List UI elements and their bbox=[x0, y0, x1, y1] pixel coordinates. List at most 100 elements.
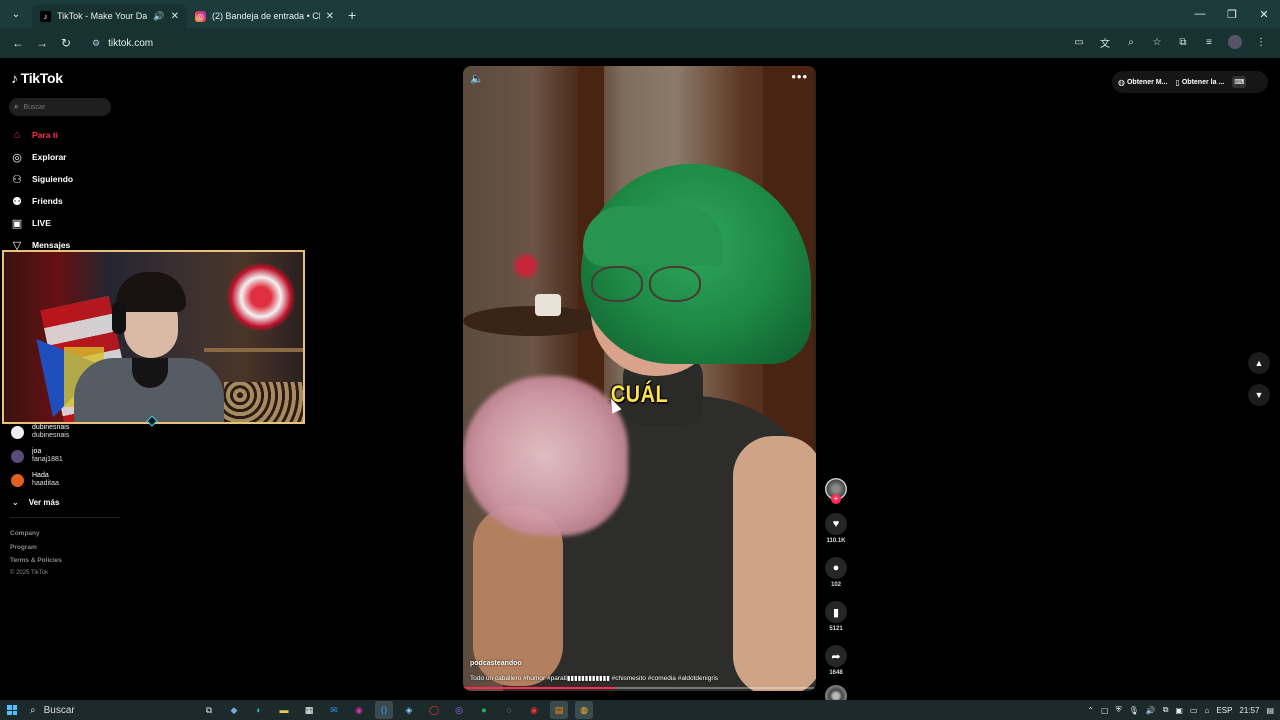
bookmark-icon[interactable]: ▮ bbox=[825, 601, 847, 623]
language-indicator[interactable]: ESP bbox=[1216, 706, 1232, 715]
share-count: 1648 bbox=[829, 670, 843, 676]
like-count: 110.1K bbox=[826, 538, 846, 544]
site-info-icon[interactable]: ⚙ bbox=[92, 38, 100, 49]
task-view-icon[interactable]: ⧉ bbox=[200, 701, 218, 719]
creator-avatar[interactable]: + bbox=[825, 478, 847, 504]
tiktok-logo[interactable]: ♪ TikTok bbox=[11, 70, 63, 86]
back-icon[interactable]: ← bbox=[6, 31, 30, 55]
home-icon: ⌂ bbox=[13, 129, 21, 141]
taskbar-search[interactable]: ⌕ Buscar bbox=[30, 705, 190, 716]
browser-tab-strip: ⌄ ♪ TikTok - Make Your Day 🔊 ✕ ◎ (2) Ban… bbox=[0, 0, 1280, 28]
system-tray: ⌃ ▢ ⛨ 🎙 🔊 ⧉ ▣ ▭ ⌂ ESP 21:57 ▤ bbox=[1087, 700, 1274, 720]
get-coins-chip[interactable]: ◍ Obtener M... bbox=[1118, 78, 1167, 87]
outlook-icon[interactable]: ✉ bbox=[325, 701, 343, 719]
restore-icon[interactable]: ❐ bbox=[1216, 0, 1248, 28]
friends-icon: ⚉ bbox=[12, 195, 22, 208]
forward-icon[interactable]: → bbox=[30, 31, 54, 55]
minimize-icon[interactable]: — bbox=[1184, 0, 1216, 28]
battery-icon[interactable]: ▭ bbox=[1190, 706, 1198, 715]
see-more-button[interactable]: ⌄ Ver más bbox=[12, 492, 69, 512]
profile-avatar[interactable] bbox=[1224, 31, 1246, 53]
sublime-icon[interactable]: ▤ bbox=[550, 701, 568, 719]
video-progress-bar[interactable] bbox=[463, 687, 816, 689]
tab-search-icon[interactable]: ⌄ bbox=[6, 4, 26, 24]
clock[interactable]: 21:57 bbox=[1239, 706, 1259, 715]
sidebar-item-friends[interactable]: ⚉ Friends bbox=[11, 190, 73, 212]
url-field[interactable]: ⚙ tiktok.com bbox=[84, 32, 1064, 54]
sidebar-item-label: LIVE bbox=[32, 218, 51, 228]
footer-link-program[interactable]: Program bbox=[10, 541, 62, 555]
file-explorer-icon[interactable]: ▬ bbox=[275, 701, 293, 719]
spotify-icon[interactable]: ● bbox=[475, 701, 493, 719]
hashtags[interactable]: #humor #parati▮▮▮▮▮▮▮▮▮▮▮▮ #chismesito #… bbox=[523, 675, 718, 682]
tray-app-icon[interactable]: ▢ bbox=[1101, 706, 1109, 715]
menu-icon[interactable]: ⋮ bbox=[1250, 31, 1272, 53]
app-icon[interactable]: ◉ bbox=[350, 701, 368, 719]
vscode-icon[interactable]: ⟨⟩ bbox=[375, 701, 393, 719]
tray-app-icon[interactable]: ⛨ bbox=[1116, 705, 1122, 715]
notifications-icon[interactable]: ▤ bbox=[1266, 706, 1274, 715]
record-icon[interactable]: ◉ bbox=[525, 701, 543, 719]
tab-tiktok[interactable]: ♪ TikTok - Make Your Day 🔊 ✕ bbox=[32, 4, 187, 28]
reload-icon[interactable]: ↻ bbox=[54, 31, 78, 55]
comment-count: 102 bbox=[830, 582, 841, 588]
edge-icon[interactable]: ◐ bbox=[250, 701, 268, 719]
tab-media-icon[interactable]: ≡ bbox=[1198, 31, 1220, 53]
phone-icon: ▯ bbox=[1175, 77, 1180, 87]
tray-app-icon[interactable]: ▣ bbox=[1175, 706, 1183, 715]
translate-icon[interactable]: 文 bbox=[1094, 31, 1116, 53]
cast-icon[interactable]: ▭ bbox=[1068, 31, 1090, 53]
previous-video-button[interactable]: ▲ bbox=[1248, 352, 1270, 374]
opera-icon[interactable]: ◯ bbox=[425, 701, 443, 719]
tab-instagram[interactable]: ◎ (2) Bandeja de entrada • Chats ✕ bbox=[187, 4, 342, 28]
like-heart-icon[interactable]: ♥ bbox=[825, 513, 847, 535]
video-author[interactable]: podcasteandoo bbox=[470, 660, 522, 667]
start-button[interactable] bbox=[2, 700, 22, 720]
network-icon[interactable]: ⌂ bbox=[1205, 706, 1210, 715]
obs-icon[interactable]: ◌ bbox=[500, 701, 518, 719]
account-names: dubinesnais dubinesnais bbox=[32, 424, 69, 440]
extensions-icon[interactable]: ⧉ bbox=[1172, 31, 1194, 53]
comment-icon[interactable]: ● bbox=[825, 557, 847, 579]
gamepad-icon[interactable]: ⌨ bbox=[1232, 76, 1247, 88]
follow-plus-icon[interactable]: + bbox=[831, 494, 841, 504]
sidebar-item-explorar[interactable]: ◎ Explorar bbox=[11, 146, 73, 168]
discord-like-icon[interactable]: ◈ bbox=[400, 701, 418, 719]
more-options-icon[interactable]: ••• bbox=[791, 69, 808, 84]
store-icon[interactable]: ▦ bbox=[300, 701, 318, 719]
microphone-icon[interactable]: 🎙 bbox=[1129, 706, 1139, 715]
tray-expand-icon[interactable]: ⌃ bbox=[1087, 706, 1094, 715]
close-tab-icon[interactable]: ✕ bbox=[326, 11, 334, 22]
new-tab-button[interactable]: + bbox=[348, 7, 356, 23]
sidebar-item-siguiendo[interactable]: ⚇ Siguiendo bbox=[11, 168, 73, 190]
copilot-icon[interactable]: ◆ bbox=[225, 701, 243, 719]
close-tab-icon[interactable]: ✕ bbox=[171, 11, 179, 22]
account-name: dubinesnais bbox=[32, 424, 70, 431]
windows-taskbar: ⌕ Buscar ⧉ ◆ ◐ ▬ ▦ ✉ ◉ ⟨⟩ ◈ ◯ ◎ ● ◌ ◉ ▤ … bbox=[0, 700, 1280, 720]
zoom-icon[interactable]: ⌕ bbox=[1120, 31, 1142, 53]
sidebar-item-label: Friends bbox=[32, 196, 63, 206]
sidebar-item-live[interactable]: ▣ LIVE bbox=[11, 212, 73, 234]
video-player[interactable]: CUÁL 🔈 ••• podcasteandoo Todo un caballe… bbox=[463, 66, 816, 691]
leopard-blanket bbox=[224, 382, 303, 422]
account-item[interactable]: Hada haaditaa bbox=[11, 468, 69, 492]
messenger-icon[interactable]: ◎ bbox=[450, 701, 468, 719]
close-window-icon[interactable]: ✕ bbox=[1248, 0, 1280, 28]
windows-logo-icon bbox=[7, 705, 17, 715]
speaker-icon[interactable]: 🔊 bbox=[153, 11, 164, 22]
sidebar-item-para-ti[interactable]: ⌂ Para ti bbox=[11, 124, 73, 146]
share-icon[interactable]: ➦ bbox=[825, 645, 847, 667]
address-bar: ← → ↻ ⚙ tiktok.com ▭ 文 ⌕ ☆ ⧉ ≡ ⋮ bbox=[0, 28, 1280, 58]
volume-icon[interactable]: 🔈 bbox=[470, 72, 484, 85]
search-input[interactable]: ⌕ Buscar bbox=[9, 98, 111, 116]
next-video-button[interactable]: ▼ bbox=[1248, 384, 1270, 406]
copyright-text: © 2025 TikTok bbox=[10, 569, 49, 576]
tray-app-icon[interactable]: ⧉ bbox=[1163, 705, 1169, 715]
get-app-chip[interactable]: ▯ Obtener la ... bbox=[1175, 78, 1224, 87]
chrome-icon[interactable]: ◍ bbox=[575, 701, 593, 719]
footer-link-terms[interactable]: Terms & Policies bbox=[10, 554, 62, 568]
footer-link-company[interactable]: Company bbox=[10, 527, 62, 541]
bookmark-star-icon[interactable]: ☆ bbox=[1146, 31, 1168, 53]
volume-icon[interactable]: 🔊 bbox=[1146, 706, 1156, 715]
account-item[interactable]: joa fanaj1881 bbox=[11, 444, 69, 468]
